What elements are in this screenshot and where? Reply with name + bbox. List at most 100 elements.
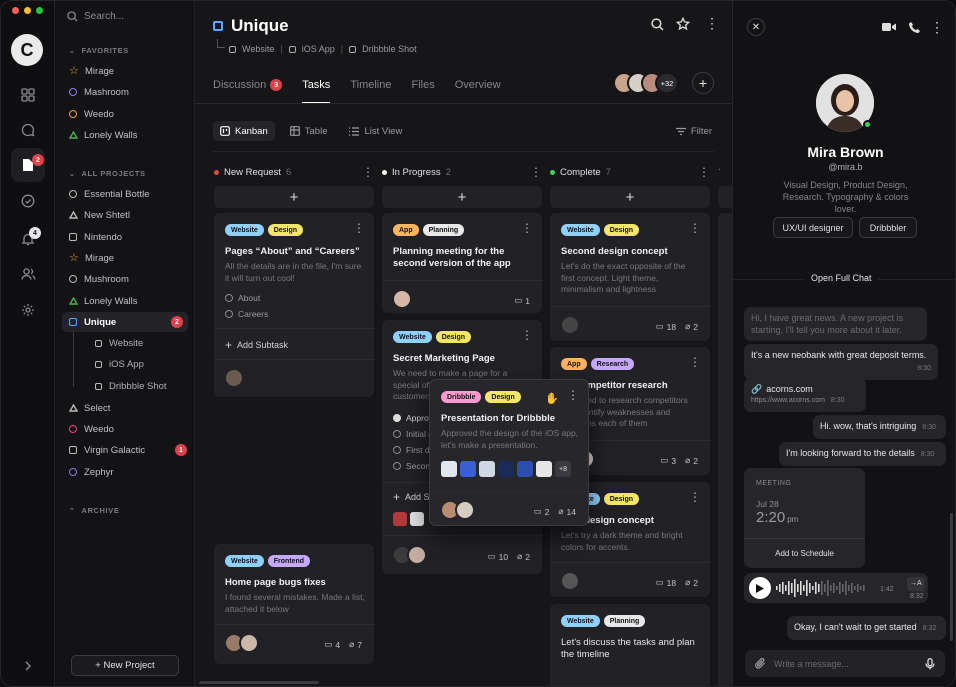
more-vertical-icon[interactable]: ⋮ xyxy=(928,18,946,36)
card-menu-icon[interactable]: ⋮ xyxy=(353,222,365,234)
message-input[interactable]: Write a message... xyxy=(745,650,945,677)
card-menu-icon[interactable]: ⋮ xyxy=(521,329,533,341)
list-view-button[interactable]: List View xyxy=(342,121,409,141)
card-menu-icon[interactable]: ⋮ xyxy=(689,356,701,368)
add-card-button[interactable]: + xyxy=(214,186,374,208)
gear-icon[interactable] xyxy=(18,300,38,320)
maximize-window-dot[interactable] xyxy=(36,7,43,14)
project-item[interactable]: Virgin Galactic 1 xyxy=(69,442,187,458)
subtask-item[interactable]: Careers xyxy=(225,309,268,319)
card-menu-icon[interactable]: ⋮ xyxy=(521,222,533,234)
phone-icon[interactable] xyxy=(905,18,923,36)
transcribe-button[interactable]: →A xyxy=(907,577,925,591)
link-message[interactable]: 🔗 acorns.com https://www.acorns.com 8:30 xyxy=(744,378,866,412)
more-vertical-icon[interactable]: ⋮ xyxy=(698,166,710,178)
close-window-dot[interactable] xyxy=(12,7,19,14)
card-menu-icon[interactable]: ⋮ xyxy=(689,222,701,234)
more-vertical-icon[interactable]: ⋮ xyxy=(705,16,719,30)
table-view-button[interactable]: Table xyxy=(283,121,335,141)
task-card[interactable]: App Planning ⋮ Planning meeting for the s… xyxy=(382,213,542,313)
tab-overview[interactable]: Overview xyxy=(455,76,501,94)
sidebar-search[interactable]: Search... xyxy=(67,11,124,22)
favorite-item[interactable]: Weedo xyxy=(69,106,114,122)
attachment-thumbnail[interactable] xyxy=(393,512,407,526)
attachment-thumbnail[interactable] xyxy=(498,461,514,477)
dragged-task-card[interactable]: Dribbble Design ✋ ⋮ Presentation for Drib… xyxy=(429,379,589,526)
close-icon[interactable]: ✕ xyxy=(747,18,765,36)
users-icon[interactable] xyxy=(18,264,38,284)
project-item[interactable]: Zephyr xyxy=(69,464,114,480)
project-item[interactable]: Essential Bottle xyxy=(69,186,149,202)
new-project-button[interactable]: + New Project xyxy=(71,655,179,676)
video-icon[interactable] xyxy=(880,18,898,36)
more-vertical-icon[interactable]: ⋮ xyxy=(530,166,542,178)
filter-button[interactable]: Filter xyxy=(675,126,712,137)
favorites-header[interactable]: ⌄ FAVORITES xyxy=(69,46,129,55)
project-item[interactable]: Select xyxy=(69,400,110,416)
favorite-item[interactable]: Lonely Walls xyxy=(69,127,138,143)
project-item[interactable]: Nintendo xyxy=(69,229,122,245)
attachment-thumbnail[interactable] xyxy=(517,461,533,477)
attachment-thumbnail[interactable] xyxy=(479,461,495,477)
task-card[interactable]: Website Frontend Home page bugs fixes I f… xyxy=(214,544,374,664)
grid-icon[interactable] xyxy=(18,85,38,105)
add-subtask-button[interactable]: +Add Subtask xyxy=(225,338,288,352)
subproject-item[interactable]: Dribbble Shot xyxy=(95,381,167,392)
paperclip-icon[interactable] xyxy=(755,658,766,669)
tab-discussion[interactable]: Discussion 3 xyxy=(213,76,283,94)
card-menu-icon[interactable]: ⋮ xyxy=(689,491,701,503)
chat-icon[interactable] xyxy=(18,120,38,140)
more-vertical-icon[interactable]: ⋮ xyxy=(362,166,374,178)
subproject-item[interactable]: Website xyxy=(95,338,143,349)
attachment-thumbnail[interactable] xyxy=(410,512,424,526)
project-item-active[interactable]: Unique 2 xyxy=(62,312,188,332)
tab-tasks[interactable]: Tasks xyxy=(302,76,331,104)
tab-files[interactable]: Files xyxy=(411,76,434,94)
more-attachments-count[interactable]: +8 xyxy=(555,461,571,477)
breadcrumb-link[interactable]: iOS App xyxy=(302,44,335,54)
favorite-item[interactable]: ☆ Mirage xyxy=(69,63,114,79)
profile-tag[interactable]: UX/UI designer xyxy=(773,217,853,238)
open-full-chat-link[interactable]: Open Full Chat xyxy=(805,273,878,283)
subtask-item[interactable]: About xyxy=(225,293,260,303)
project-item[interactable]: New Shtetl xyxy=(69,207,130,223)
project-item[interactable]: Lonely Walls xyxy=(69,293,138,309)
microphone-icon[interactable] xyxy=(925,657,935,670)
voice-message[interactable]: 1:42 →A 8:32 xyxy=(744,573,928,603)
task-card[interactable]: Website Design ⋮ Second design concept Le… xyxy=(550,213,710,341)
chevron-right-icon[interactable] xyxy=(18,656,38,676)
tab-timeline[interactable]: Timeline xyxy=(350,76,391,94)
attachment-thumbnail[interactable] xyxy=(536,461,552,477)
kanban-view-button[interactable]: Kanban xyxy=(213,121,275,141)
breadcrumb-link[interactable]: Dribbble Shot xyxy=(362,44,417,54)
check-circle-icon[interactable] xyxy=(18,191,38,211)
favorite-item[interactable]: Mashroom xyxy=(69,84,129,100)
subproject-item[interactable]: iOS App xyxy=(95,359,144,370)
task-card[interactable]: Website Planning Let's discuss the tasks … xyxy=(550,604,710,686)
vertical-scrollbar[interactable] xyxy=(950,513,953,641)
add-card-button[interactable]: + xyxy=(550,186,710,208)
add-to-schedule-button[interactable]: Add to Schedule xyxy=(744,548,865,560)
card-menu-icon[interactable]: ⋮ xyxy=(567,389,579,401)
attachment-thumbnail[interactable] xyxy=(441,461,457,477)
attachment-thumbnail[interactable] xyxy=(460,461,476,477)
member-avatars[interactable]: +32 xyxy=(613,72,679,94)
star-icon[interactable] xyxy=(676,17,690,31)
project-item[interactable]: ☆ Mirage xyxy=(69,250,114,266)
profile-tag[interactable]: Dribbbler xyxy=(859,217,917,238)
add-card-button[interactable] xyxy=(718,186,732,208)
files-icon[interactable]: 2 xyxy=(11,148,45,182)
add-card-button[interactable]: + xyxy=(382,186,542,208)
bell-icon[interactable]: 4 xyxy=(18,227,41,249)
task-card[interactable]: Website Design ⋮ Pages “About” and “Caree… xyxy=(214,213,374,397)
play-icon[interactable] xyxy=(749,577,771,599)
archive-header[interactable]: ⌃ ARCHIVE xyxy=(69,506,119,515)
project-item[interactable]: Weedo xyxy=(69,421,114,437)
minimize-window-dot[interactable] xyxy=(24,7,31,14)
search-icon[interactable] xyxy=(651,18,664,31)
project-item[interactable]: Mushroom xyxy=(69,271,129,287)
add-member-button[interactable]: + xyxy=(692,72,714,94)
all-projects-header[interactable]: ⌄ ALL PROJECTS xyxy=(69,169,146,178)
breadcrumb-link[interactable]: Website xyxy=(242,44,274,54)
horizontal-scrollbar[interactable] xyxy=(199,681,319,684)
